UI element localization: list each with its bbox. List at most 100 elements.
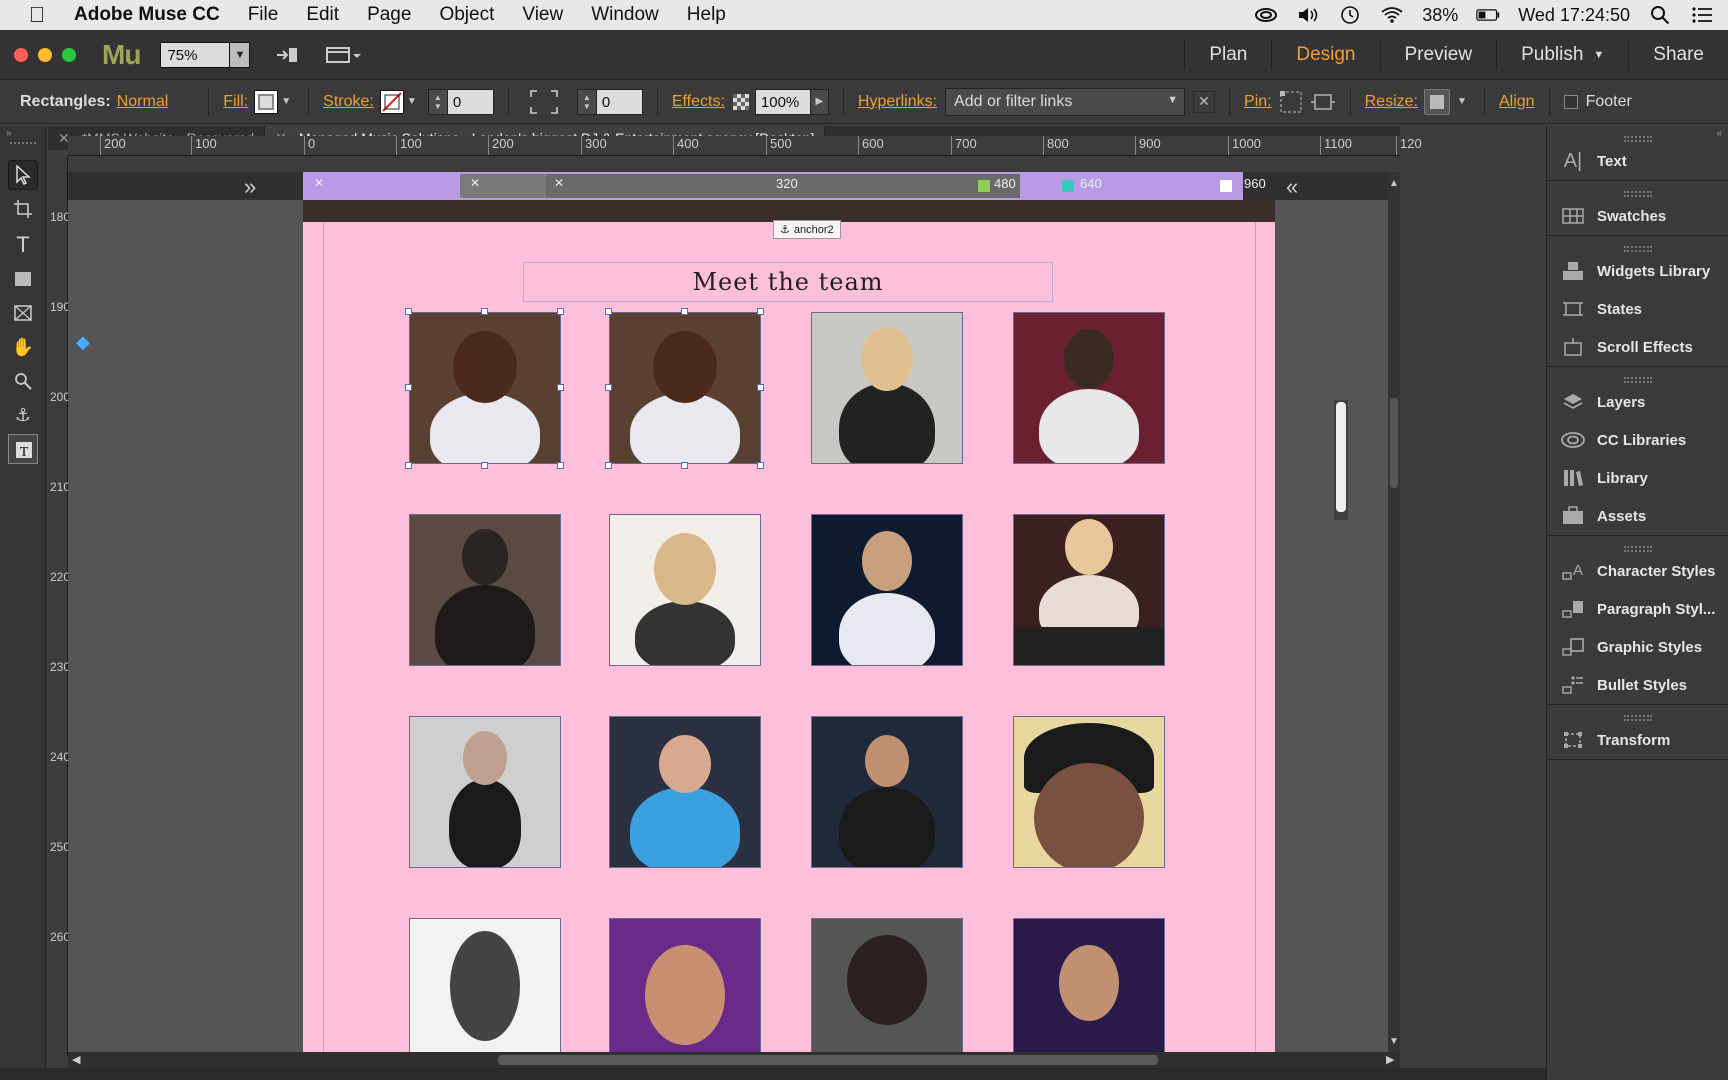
resize-dropdown-icon[interactable]: ▼ — [1454, 90, 1470, 114]
scroll-up-icon[interactable]: ▲ — [1389, 178, 1399, 189]
panel-paragraph-styles[interactable]: Paragraph Styl... — [1547, 590, 1728, 628]
selection-handle[interactable] — [681, 462, 688, 469]
selection-handle[interactable] — [557, 308, 564, 315]
menubar-clock[interactable]: Wed 17:24:50 — [1518, 5, 1630, 26]
selection-handle[interactable] — [757, 462, 764, 469]
team-photo[interactable] — [609, 918, 761, 1052]
selection-handle[interactable] — [605, 384, 612, 391]
zoom-control[interactable]: 75% ▼ — [160, 41, 251, 68]
team-photo[interactable] — [811, 312, 963, 464]
team-photo[interactable] — [609, 312, 761, 464]
collapse-tools-icon[interactable]: » — [6, 128, 12, 139]
page-area[interactable]: ⚓ anchor2 Meet the team — [303, 200, 1275, 1052]
panel-text[interactable]: A| Text — [1547, 142, 1728, 180]
collapse-panels-icon[interactable]: « — [1716, 128, 1722, 139]
corner-radius-value[interactable]: 0 — [596, 88, 643, 115]
menu-view[interactable]: View — [522, 4, 563, 26]
remove-breakpoint-icon[interactable]: ✕ — [314, 176, 324, 190]
scroll-left-icon[interactable]: ◀ — [72, 1053, 80, 1066]
zoom-dropdown-icon[interactable]: ▼ — [230, 41, 251, 68]
breakpoint-height-marker-icon[interactable]: ◆ — [76, 332, 90, 353]
pin-scroll-icon[interactable] — [1310, 89, 1336, 115]
team-photo[interactable] — [409, 514, 561, 666]
menu-page[interactable]: Page — [367, 4, 411, 26]
breakpoint-480[interactable]: 480 — [994, 176, 1016, 191]
pin-position-icon[interactable] — [1278, 89, 1304, 115]
team-photo[interactable] — [811, 514, 963, 666]
battery-icon[interactable] — [1476, 5, 1500, 25]
horizontal-ruler[interactable]: 200 100 0 100 200 300 400 500 600 700 80… — [68, 136, 1422, 156]
team-photo[interactable] — [609, 716, 761, 868]
mode-preview[interactable]: Preview — [1379, 40, 1497, 70]
selection-handle[interactable] — [557, 462, 564, 469]
horizontal-scrollbar[interactable]: ◀ ▶ — [68, 1052, 1400, 1068]
hand-tool-icon[interactable]: ✋ — [8, 332, 38, 362]
page-height-handle[interactable] — [1334, 400, 1348, 520]
text-frame-icon[interactable]: T — [8, 434, 38, 464]
vertical-scrollbar[interactable]: ▲ ▼ — [1388, 172, 1400, 1052]
align-link[interactable]: Align — [1499, 93, 1535, 111]
selection-handle[interactable] — [481, 308, 488, 315]
team-photo[interactable] — [811, 918, 963, 1052]
resize-label[interactable]: Resize: — [1365, 93, 1418, 111]
close-window-button[interactable] — [14, 47, 28, 62]
selection-handle[interactable] — [481, 462, 488, 469]
selection-handle[interactable] — [757, 308, 764, 315]
menu-window[interactable]: Window — [591, 4, 659, 26]
menu-help[interactable]: Help — [687, 4, 726, 26]
place-file-icon[interactable] — [272, 44, 302, 66]
selection-handle[interactable] — [757, 384, 764, 391]
breakpoint-640-marker-icon[interactable] — [1062, 180, 1074, 192]
horizontal-scroll-thumb[interactable] — [498, 1055, 1158, 1065]
zoom-window-button[interactable] — [62, 47, 76, 62]
stroke-width-value[interactable]: 0 — [447, 88, 494, 115]
fill-swatch[interactable] — [254, 89, 279, 114]
zoom-tool-icon[interactable] — [8, 366, 38, 396]
anchor-marker[interactable]: ⚓ anchor2 — [773, 220, 841, 239]
time-machine-icon[interactable] — [1338, 5, 1362, 25]
apple-icon[interactable]:  — [0, 2, 74, 28]
team-photo[interactable] — [811, 716, 963, 868]
volume-icon[interactable] — [1296, 5, 1320, 25]
menu-object[interactable]: Object — [439, 4, 494, 26]
mode-plan[interactable]: Plan — [1184, 40, 1271, 70]
breakpoint-960[interactable]: 960 — [1244, 176, 1266, 191]
selection-handle[interactable] — [681, 308, 688, 315]
scroll-down-icon[interactable]: ▼ — [1389, 1036, 1399, 1047]
corner-radius-field[interactable]: ▲ ▼ 0 — [576, 88, 643, 115]
hyperlinks-label[interactable]: Hyperlinks: — [858, 93, 937, 111]
footer-checkbox[interactable] — [1563, 94, 1578, 109]
selection-handle[interactable] — [405, 462, 412, 469]
panel-layers[interactable]: Layers — [1547, 383, 1728, 421]
team-photo[interactable] — [409, 918, 561, 1052]
mode-share[interactable]: Share — [1628, 40, 1728, 70]
wifi-icon[interactable] — [1380, 5, 1404, 25]
selection-handle[interactable] — [605, 462, 612, 469]
section-title[interactable]: Meet the team — [523, 262, 1053, 302]
corner-radius-stepper[interactable]: ▲ ▼ — [576, 88, 597, 115]
creative-cloud-icon[interactable] — [1254, 5, 1278, 25]
hyperlinks-dropdown[interactable]: Add or filter links ▼ — [945, 87, 1186, 116]
publish-dropdown-icon[interactable]: ▼ — [1593, 49, 1604, 61]
team-photo[interactable] — [1013, 716, 1165, 868]
stroke-dropdown-icon[interactable]: ▼ — [404, 90, 420, 114]
opacity-slider-arrow-icon[interactable]: ▶ — [810, 88, 829, 115]
menu-file[interactable]: File — [248, 4, 279, 26]
scroll-right-icon[interactable]: ▶ — [1386, 1053, 1394, 1066]
text-tool-icon[interactable]: T — [8, 230, 38, 260]
breakpoint-320[interactable]: 320 — [776, 176, 798, 191]
remove-breakpoint-icon[interactable]: ✕ — [554, 176, 564, 190]
menu-edit[interactable]: Edit — [306, 4, 339, 26]
stroke-label[interactable]: Stroke: — [323, 93, 374, 111]
vertical-ruler[interactable]: 1800 1900 2000 2100 2200 2300 2400 2500 … — [46, 156, 77, 1056]
remove-breakpoint-icon[interactable]: ✕ — [470, 176, 480, 190]
breakpoint-960-marker-icon[interactable] — [1220, 180, 1232, 192]
mode-design[interactable]: Design — [1271, 40, 1379, 70]
breakpoint-480-marker-icon[interactable] — [978, 180, 990, 192]
team-photo[interactable] — [1013, 918, 1165, 1052]
pin-label[interactable]: Pin: — [1244, 93, 1272, 111]
team-photo[interactable] — [409, 312, 561, 464]
stroke-width-stepper[interactable]: ▲ ▼ — [427, 88, 448, 115]
selection-tool-icon[interactable] — [8, 160, 38, 190]
stroke-swatch[interactable] — [379, 89, 404, 114]
